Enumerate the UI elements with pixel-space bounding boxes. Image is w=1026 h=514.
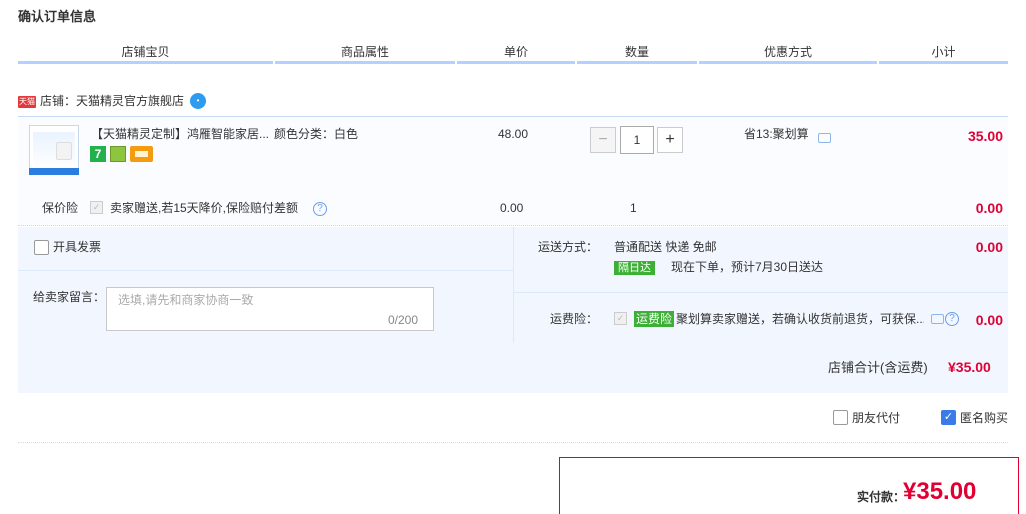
help-icon[interactable]: ? — [313, 202, 327, 216]
price-protection-label: 保价险 — [42, 201, 79, 215]
friend-pay-label: 朋友代付 — [852, 411, 901, 425]
freight-insurance-tag: 运费险 — [634, 311, 675, 327]
message-placeholder: 选填,请先和商家协商一致 — [118, 293, 254, 307]
store-name-link[interactable]: 店铺：天猫精灵官方旗舰店 — [40, 93, 184, 109]
header-separator — [273, 60, 275, 64]
freight-insurance-price: 0.00 — [975, 312, 1003, 328]
invoice-checkbox[interactable] — [34, 240, 49, 255]
header-separator — [455, 60, 457, 64]
item-title-link[interactable]: 【天猫精灵定制】鸿雁智能家居... — [91, 126, 269, 142]
header-separator — [575, 60, 577, 64]
item-unit-price: 48.00 — [498, 127, 529, 141]
price-protection-subtotal: 0.00 — [975, 200, 1003, 216]
options-divider — [513, 227, 514, 343]
item-subtotal: 35.00 — [967, 128, 1003, 144]
payment-label: 实付款： — [857, 490, 906, 504]
promo-comment-icon[interactable] — [818, 133, 831, 143]
shipping-method: 普通配送 快递 免邮 — [614, 240, 717, 254]
anonymous-purchase-checkbox[interactable]: ✓ — [941, 410, 956, 425]
shipping-eta: 现在下单，预计7月30日送达 — [671, 260, 824, 274]
store-total-label: 店铺合计(含运费) — [828, 360, 928, 375]
invoice-label: 开具发票 — [53, 240, 102, 254]
shipping-divider — [514, 292, 1008, 293]
freight-insurance-checkbox: ✓ — [614, 312, 627, 325]
next-day-delivery-badge: 隔日达 — [614, 261, 655, 275]
price-protection-checkbox: ✓ — [90, 201, 103, 214]
freight-insurance-label: 运费险： — [550, 312, 599, 326]
guarantee-icon[interactable] — [110, 146, 126, 162]
col-header-subtotal: 小计 — [931, 45, 956, 59]
header-separator — [697, 60, 699, 64]
header-underline — [18, 61, 1008, 64]
seven-day-return-icon[interactable]: 7 — [90, 146, 106, 162]
credit-card-stripe — [135, 151, 148, 157]
col-header-price: 单价 — [503, 45, 528, 59]
price-protection-qty: 1 — [630, 201, 637, 215]
item-promo: 省13:聚划算 — [744, 127, 809, 141]
price-protection-desc: 卖家赠送,若15天降价,保险赔付差额 — [110, 201, 299, 215]
wangwang-chat-icon[interactable]: • — [190, 93, 206, 109]
col-header-store-item: 店铺宝贝 — [121, 45, 170, 59]
col-header-qty: 数量 — [624, 45, 649, 59]
product-thumbnail-bar — [29, 168, 79, 175]
freight-insurance-desc: 聚划算卖家赠送，若确认收货前退货，可获保... — [676, 312, 924, 326]
message-label: 给卖家留言： — [33, 290, 106, 304]
item-attribute: 颜色分类：白色 — [274, 127, 359, 141]
section-divider — [18, 442, 1008, 443]
friend-pay-checkbox[interactable] — [833, 410, 848, 425]
store-total-amount: ¥35.00 — [948, 359, 991, 375]
quantity-plus-button[interactable]: + — [657, 127, 683, 153]
quantity-minus-button[interactable]: − — [590, 127, 616, 153]
quantity-input[interactable]: 1 — [620, 126, 654, 154]
tmall-badge-icon: 天猫 — [18, 96, 36, 108]
product-thumbnail-plug — [56, 142, 72, 160]
col-header-attr: 商品属性 — [340, 45, 389, 59]
message-char-count: 0/200 — [388, 313, 419, 327]
shipping-price: 0.00 — [975, 239, 1003, 255]
header-separator — [877, 60, 879, 64]
payment-amount: ¥35.00 — [903, 478, 977, 505]
shipping-label: 运送方式： — [538, 240, 599, 254]
anonymous-purchase-label: 匿名购买 — [960, 411, 1009, 425]
page-title: 确认订单信息 — [18, 9, 97, 24]
col-header-promo: 优惠方式 — [763, 45, 812, 59]
price-protection-price: 0.00 — [500, 201, 524, 215]
